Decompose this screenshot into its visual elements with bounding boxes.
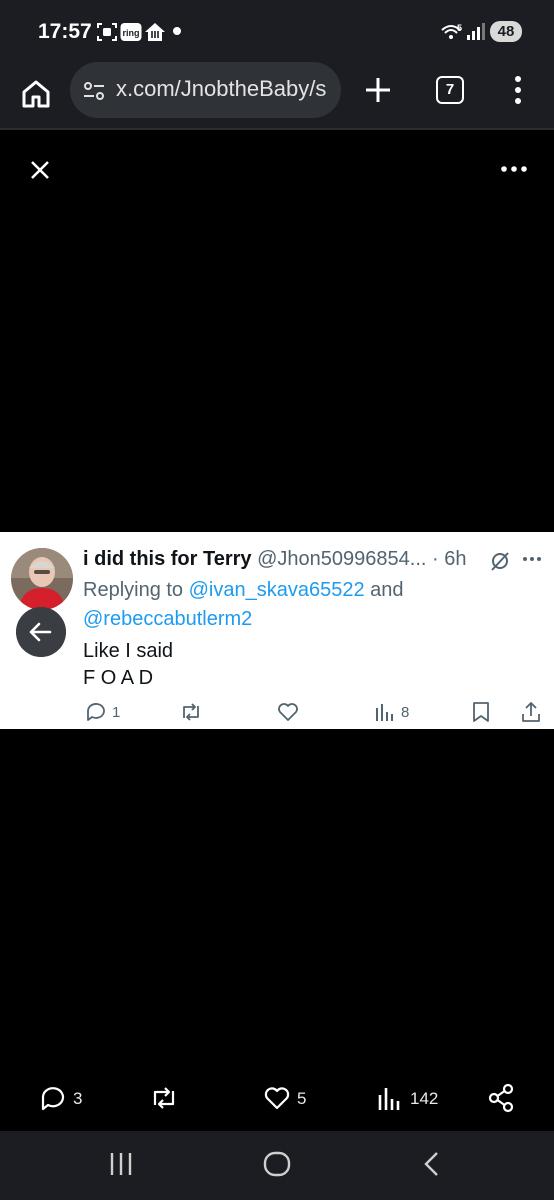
signal-icon: [467, 23, 485, 40]
reply-count: 1: [112, 704, 121, 721]
like-count: 5: [297, 1089, 307, 1108]
wifi-5g-icon: 5: [441, 23, 462, 39]
reply-user-link[interactable]: @rebeccabutlerm2: [83, 608, 252, 630]
svg-text:ring: ring: [123, 28, 140, 38]
reply-user-link[interactable]: @ivan_skava65522: [189, 579, 365, 601]
replying-and: and: [364, 579, 404, 601]
home-icon[interactable]: [18, 76, 54, 112]
new-tab-icon[interactable]: [363, 75, 393, 105]
replying-to: Replying to @ivan_skava65522 and @rebecc…: [83, 576, 543, 634]
address-bar[interactable]: x.com/JnobtheBaby/s: [70, 62, 341, 118]
views-count: 8: [401, 704, 410, 721]
tab-switcher-button[interactable]: 7: [436, 76, 464, 104]
notification-dot: [173, 27, 181, 35]
views-icon[interactable]: [377, 1083, 403, 1113]
svg-text:5: 5: [457, 23, 462, 33]
views-icon[interactable]: [374, 700, 396, 724]
retweet-icon[interactable]: [148, 1083, 180, 1113]
ring-icon: ring: [120, 23, 142, 41]
reply-count: 3: [73, 1089, 83, 1108]
tweet-text: Like I said F O A D: [83, 638, 173, 692]
share-icon[interactable]: [487, 1083, 515, 1113]
food-delivery-icon: [145, 23, 165, 41]
tweet-time[interactable]: 6h: [444, 548, 466, 570]
tweet-header: i did this for Terry @Jhon50996854... · …: [83, 548, 495, 571]
share-icon[interactable]: [520, 700, 542, 724]
browser-menu-icon[interactable]: [508, 74, 528, 106]
user-handle[interactable]: @Jhon50996854...: [257, 548, 426, 570]
url-text[interactable]: x.com/JnobtheBaby/s: [116, 76, 338, 102]
tweet-text-line: F O A D: [83, 667, 154, 689]
replying-prefix: Replying to: [83, 579, 189, 601]
reply-tweet[interactable]: i did this for Terry @Jhon50996854... · …: [0, 532, 554, 729]
like-icon[interactable]: [276, 700, 300, 724]
avatar[interactable]: [11, 548, 73, 610]
like-icon[interactable]: [262, 1083, 292, 1113]
tweet-more-icon[interactable]: [522, 556, 542, 562]
retweet-icon[interactable]: [178, 700, 204, 724]
tweet-text-line: Like I said: [83, 640, 174, 662]
display-name[interactable]: i did this for Terry: [83, 548, 252, 570]
home-nav-icon[interactable]: [262, 1149, 292, 1179]
reply-icon[interactable]: [38, 1083, 68, 1113]
media-viewer: [0, 132, 554, 532]
site-settings-icon[interactable]: [82, 79, 106, 103]
screenshot-icon: [97, 23, 117, 41]
separator: ·: [426, 548, 445, 570]
status-bar: 17:57 ring 5 48: [0, 0, 554, 62]
bookmark-icon[interactable]: [470, 700, 492, 724]
status-time: 17:57: [38, 20, 92, 43]
recent-apps-icon[interactable]: [108, 1149, 134, 1179]
back-arrow-button[interactable]: [16, 607, 66, 657]
more-options-icon[interactable]: [500, 164, 528, 174]
system-nav-bar: [0, 1131, 554, 1200]
grok-icon[interactable]: [489, 550, 511, 572]
battery-indicator: 48: [490, 21, 522, 42]
browser-toolbar: x.com/JnobtheBaby/s 7: [0, 62, 554, 130]
close-icon[interactable]: [28, 158, 52, 182]
reply-icon[interactable]: [84, 700, 108, 724]
back-nav-icon[interactable]: [420, 1149, 444, 1179]
views-count: 142: [410, 1089, 439, 1108]
